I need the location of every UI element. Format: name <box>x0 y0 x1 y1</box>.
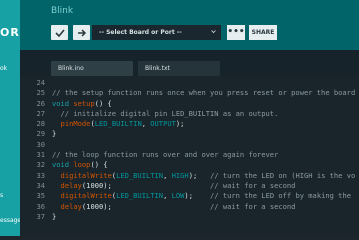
code-token: // wait for a second <box>210 201 296 211</box>
code-token: LED_BUILTIN <box>116 170 164 180</box>
app-logo: OR <box>0 26 20 39</box>
code-line[interactable]: void setup() { <box>52 99 359 109</box>
code-token: , <box>163 191 172 201</box>
line-number: 36 <box>36 201 45 211</box>
code-content[interactable]: // the setup function runs once when you… <box>52 78 359 222</box>
share-button[interactable]: SHARE <box>249 25 277 40</box>
code-token: () { <box>94 98 112 108</box>
code-token: // the setup function runs once when you… <box>52 88 356 98</box>
code-line[interactable]: digitalWrite(LED_BUILTIN, HIGH); // turn… <box>52 171 359 181</box>
checkmark-icon <box>54 28 65 37</box>
code-line[interactable]: // the setup function runs once when you… <box>52 88 359 98</box>
code-token: // initialize digital pin LED_BUILTIN as… <box>52 108 279 118</box>
code-line[interactable]: // the loop function runs over and over … <box>52 150 359 160</box>
code-token: (1000); <box>81 180 211 190</box>
code-line[interactable] <box>52 140 359 150</box>
code-token: LOW <box>171 191 185 201</box>
left-sidebar: OR ok s essage <box>0 0 21 236</box>
code-token: () { <box>90 160 108 170</box>
line-number: 37 <box>36 211 45 221</box>
line-number: 35 <box>36 191 45 201</box>
code-token: ); <box>184 191 211 201</box>
code-line[interactable]: } <box>52 212 359 222</box>
code-line[interactable]: digitalWrite(LED_BUILTIN, LOW); // turn … <box>52 191 359 201</box>
tab-blink-ino[interactable]: Blink.ino <box>51 61 133 76</box>
code-line[interactable]: } <box>52 129 359 139</box>
chevron-down-icon <box>211 30 216 34</box>
line-number: 34 <box>36 180 45 190</box>
line-number: 30 <box>36 139 45 149</box>
code-token: } <box>52 129 57 139</box>
verify-button[interactable] <box>51 25 68 40</box>
upload-button[interactable] <box>73 25 90 40</box>
code-line[interactable]: void loop() { <box>52 160 359 170</box>
code-token: delay <box>60 201 82 211</box>
sidebar-item-1[interactable]: ok <box>0 65 7 72</box>
line-number: 31 <box>36 150 45 160</box>
code-token: (1000); <box>81 201 211 211</box>
code-line[interactable]: pinMode(LED_BUILTIN, OUTPUT); <box>52 119 359 129</box>
code-token: setup <box>73 98 95 108</box>
code-line[interactable] <box>52 78 359 88</box>
code-token: } <box>52 211 57 221</box>
line-number-gutter: 24 25 26 27 28 29 30 31 32 33 34 35 36 37 <box>29 78 45 222</box>
tab-blink-txt[interactable]: Blink.txt <box>138 61 220 76</box>
line-number: 32 <box>36 160 45 170</box>
code-token: OUTPUT <box>150 119 176 129</box>
code-token: loop <box>73 160 91 170</box>
code-token: LED_BUILTIN <box>94 119 142 129</box>
code-line[interactable]: delay(1000); // wait for a second <box>52 202 359 212</box>
line-number: 33 <box>36 170 45 180</box>
sketch-title: Blink <box>51 6 74 16</box>
code-token: digitalWrite <box>60 170 112 180</box>
code-token: ); <box>188 170 211 180</box>
board-select-label: -- Select Board or Port -- <box>99 29 182 36</box>
code-token: // turn the LED off by making the <box>210 191 351 201</box>
line-number: 24 <box>36 78 45 87</box>
code-token: ); <box>175 119 185 129</box>
code-token: // the loop function runs over and over … <box>52 150 279 160</box>
line-number: 25 <box>36 88 45 98</box>
code-token: HIGH <box>171 170 189 180</box>
code-line[interactable]: // initialize digital pin LED_BUILTIN as… <box>52 109 359 119</box>
line-number: 29 <box>36 129 45 139</box>
line-number: 28 <box>36 119 45 129</box>
code-token: digitalWrite <box>60 191 112 201</box>
sidebar-item-3[interactable]: essage <box>0 217 21 224</box>
line-number: 26 <box>36 98 45 108</box>
code-token: void <box>52 98 74 108</box>
code-token: , <box>163 170 172 180</box>
arrow-right-icon <box>77 28 86 37</box>
board-port-select[interactable]: -- Select Board or Port -- <box>92 25 221 40</box>
line-number: 27 <box>36 108 45 118</box>
code-token: // wait for a second <box>210 180 296 190</box>
code-token: delay <box>60 180 82 190</box>
code-token: , <box>141 119 151 129</box>
more-options-button[interactable]: ••• <box>227 25 245 40</box>
code-line[interactable]: delay(1000); // wait for a second <box>52 181 359 191</box>
code-token: pinMode <box>60 119 91 129</box>
code-token: // turn the LED on (HIGH is the vo <box>210 170 356 180</box>
sidebar-item-2[interactable]: s <box>0 192 3 199</box>
code-token: LED_BUILTIN <box>116 191 164 201</box>
code-token: void <box>52 160 74 170</box>
